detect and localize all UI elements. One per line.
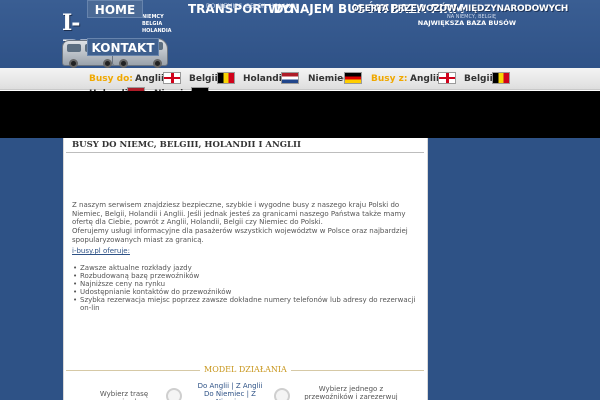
link-do-holandii[interactable]: Holandii: [243, 73, 285, 85]
title-divider: [66, 152, 424, 153]
right-sidebar: [428, 138, 600, 400]
list-item: Rozbudowaną bazę przewoźników: [72, 272, 422, 280]
nav-home[interactable]: HOME: [87, 0, 143, 18]
link-do-anglii[interactable]: Anglii: [135, 73, 164, 85]
germany-flag-icon[interactable]: [344, 72, 362, 84]
busy-z-label: Busy z:: [371, 74, 408, 84]
link-do-niemiec[interactable]: Niemiec: [308, 73, 349, 85]
arrow-circle-icon: [274, 388, 290, 400]
link-do-anglii[interactable]: Do Anglii: [198, 382, 229, 390]
belgium-flag-icon[interactable]: [492, 72, 510, 84]
logo-subtitle: NIEMCY BELGIA HOLANDIA: [142, 14, 172, 35]
link-z-belgii[interactable]: Belgii: [464, 73, 493, 85]
flags-bar: Busy do: Anglii Belgii Holandii Niemiec …: [0, 68, 600, 99]
services-paragraph: Oferujemy usługi informacyjne dla pasaże…: [72, 227, 408, 244]
belgium-flag-icon[interactable]: [217, 72, 235, 84]
list-item: Szybka rezerwacja miejsc poprzez zawsze …: [72, 296, 422, 312]
nav-kontakt[interactable]: KONTAKT: [87, 38, 159, 56]
page-title: BUSY DO NIEMC, BELGIII, HOLANDII I ANGLI…: [72, 140, 301, 150]
header-tagline: OFERTA PRZEWOZÓW MIĘDZYNARODOWYCH: [351, 4, 568, 14]
logo-sub-line: NIEMCY: [142, 14, 164, 20]
netherlands-flag-icon[interactable]: [281, 72, 299, 84]
step-choose-carrier: Wybierz jednego z przewoźników i zarezer…: [304, 385, 398, 400]
left-background: [0, 138, 63, 400]
features-list: Zawsze aktualne rozkłady jazdy Rozbudowa…: [72, 264, 422, 312]
intro-paragraph: Z naszym serwisem znajdziesz bezpieczne,…: [72, 201, 406, 226]
model-heading: MODEL DZIAŁANIA: [200, 365, 291, 374]
link-z-anglii[interactable]: Z Anglii: [236, 382, 263, 390]
busy-do-label: Busy do:: [89, 74, 133, 84]
link-do-belgii[interactable]: Belgii: [189, 73, 218, 85]
uk-flag-icon[interactable]: [163, 72, 181, 84]
list-item: Udostępnianie kontaktów do przewoźników: [72, 288, 422, 296]
link-z-anglii[interactable]: Anglii: [410, 73, 439, 85]
direction-links: Do Anglii | Z Anglii Do Niemiec | Z Niem…: [190, 382, 270, 400]
logo-sub-line: BELGIA: [142, 21, 163, 27]
offers-heading[interactable]: i-busy.pl oferuje:: [72, 247, 422, 256]
header-tagline-2: NAJWIĘKSZA BAZA BUSÓW: [417, 19, 516, 27]
header: I-BUSY.PL NIEMCY BELGIA HOLANDIA HOME KO…: [0, 0, 600, 68]
list-item: Zawsze aktualne rozkłady jazdy: [72, 264, 422, 272]
step-choose-route: Wybierz trasę przejazdu: [99, 390, 149, 400]
list-item: Najniższe ceny na rynku: [72, 280, 422, 288]
banner-area: [0, 91, 600, 138]
arrow-circle-icon: [166, 388, 182, 400]
uk-flag-icon[interactable]: [438, 72, 456, 84]
link-do-niemiec[interactable]: Do Niemiec: [204, 390, 244, 398]
logo-sub-line: HOLANDIA: [142, 28, 172, 34]
